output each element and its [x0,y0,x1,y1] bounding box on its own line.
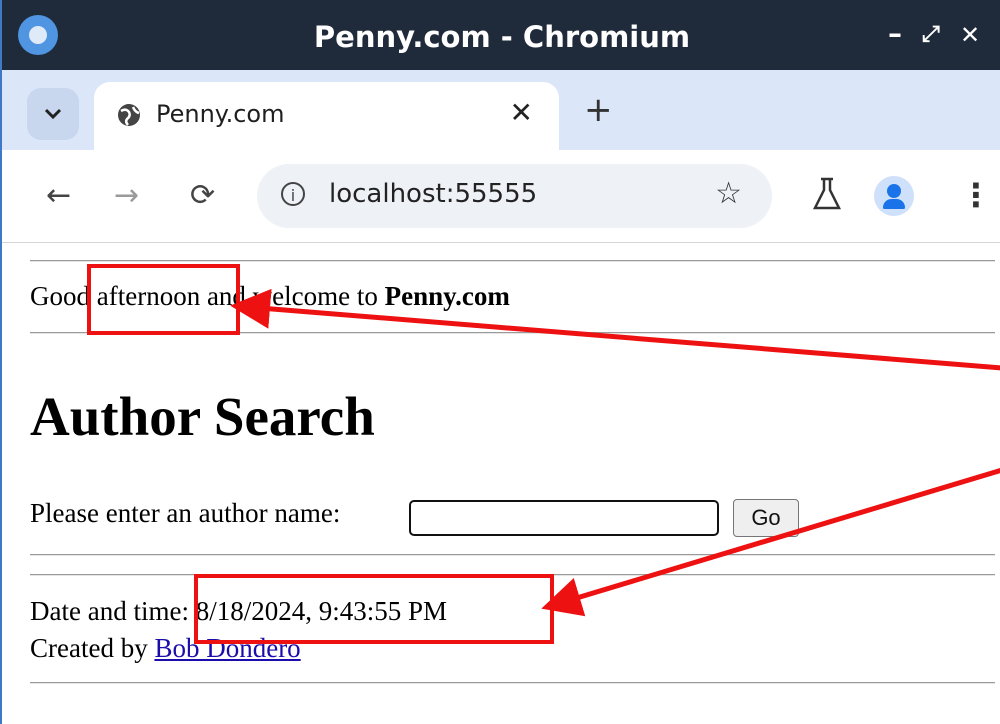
greeting: Good afternoon and welcome to Penny.com [30,281,510,312]
close-window-button[interactable]: ✕ [960,21,980,49]
divider [30,574,995,576]
close-icon[interactable]: ✕ [510,96,533,129]
forward-icon[interactable]: → [114,178,139,213]
title-bar: Penny.com - Chromium – ⤢ ✕ [2,0,1000,70]
created-by-line: Created by Bob Dondero [30,633,301,664]
greeting-text: Good afternoon and welcome to [30,281,385,311]
divider [30,554,995,556]
page-title: Author Search [30,386,375,447]
profile-icon[interactable] [874,176,914,216]
site-name: Penny.com [384,281,510,311]
menu-icon[interactable]: ⋮ [960,176,992,214]
tab-strip: Penny.com ✕ + [2,70,1000,150]
datetime-line: Date and time: 8/18/2024, 9:43:55 PM [30,596,447,627]
reload-icon[interactable]: ⟳ [190,178,215,213]
created-label: Created by [30,633,155,663]
address-bar[interactable]: i localhost:55555 ☆ [257,164,772,228]
window-title: Penny.com - Chromium [313,20,691,54]
page-content: Good afternoon and welcome to Penny.com … [30,242,995,724]
datetime-label: Date and time: [30,596,196,626]
star-icon[interactable]: ☆ [715,176,742,211]
info-icon[interactable]: i [281,182,305,206]
url-text[interactable]: localhost:55555 [329,179,537,209]
author-name-input[interactable] [409,500,719,536]
author-prompt-label: Please enter an author name: [30,498,341,528]
divider [30,332,995,334]
chevron-down-icon [44,108,62,120]
globe-icon [118,104,140,126]
tab-active[interactable]: Penny.com ✕ [94,82,559,150]
flask-icon[interactable] [810,176,844,212]
tab-title: Penny.com [156,100,285,128]
minimize-button[interactable]: – [888,17,902,50]
browser-window: Penny.com - Chromium – ⤢ ✕ Penny.com ✕ +… [0,0,1000,724]
plus-icon[interactable]: + [584,90,613,130]
datetime-value: 8/18/2024, 9:43:55 PM [195,596,447,626]
author-link[interactable]: Bob Dondero [154,633,300,663]
browser-toolbar: ← → ⟳ i localhost:55555 ☆ ⋮ [2,150,1000,243]
go-button[interactable]: Go [733,499,799,537]
divider [30,682,995,684]
back-icon[interactable]: ← [46,178,71,213]
divider [30,260,995,262]
tab-search-button[interactable] [27,88,79,140]
maximize-button[interactable]: ⤢ [922,22,940,47]
